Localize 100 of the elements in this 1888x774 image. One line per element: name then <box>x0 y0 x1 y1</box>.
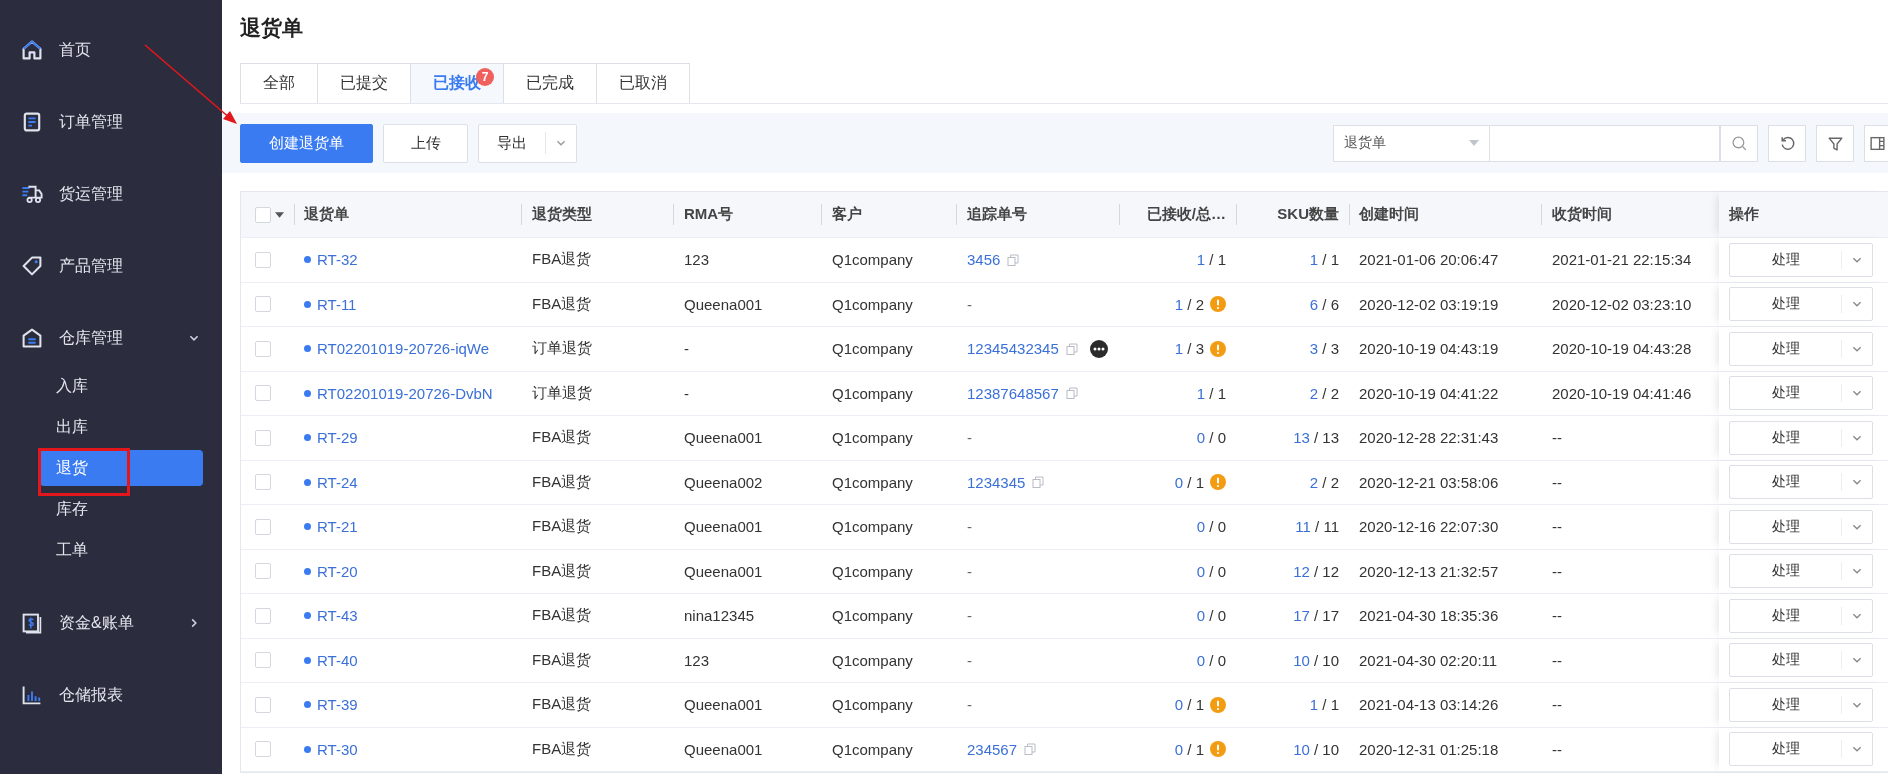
return-link[interactable]: RT02201019-20726-DvbN <box>317 384 493 402</box>
table-cell: FBA退货 <box>532 739 592 759</box>
return-link[interactable]: RT-40 <box>317 651 358 669</box>
sku-count: 12 / 12 <box>1293 562 1339 580</box>
process-button[interactable]: 处理 <box>1729 331 1873 366</box>
table-cell: FBA退货 <box>532 606 592 626</box>
tracking-link[interactable]: 3456 <box>967 251 1001 269</box>
copy-icon[interactable] <box>1032 476 1045 489</box>
process-button[interactable]: 处理 <box>1729 509 1873 544</box>
return-link[interactable]: RT-29 <box>317 429 358 447</box>
table-cell: 2021-04-13 03:14:26 <box>1359 696 1499 714</box>
filter-button[interactable] <box>1816 124 1854 162</box>
sku-count: 10 / 10 <box>1293 651 1339 669</box>
nav-item[interactable]: 货运管理 <box>0 158 222 230</box>
row-checkbox[interactable] <box>255 474 271 491</box>
process-button[interactable]: 处理 <box>1729 242 1873 277</box>
nav-label: 仓库管理 <box>59 327 124 348</box>
nav-item[interactable]: 订单管理 <box>0 86 222 158</box>
warehouse-icon <box>20 326 44 350</box>
sku-count: 2 / 2 <box>1309 473 1339 491</box>
select-all-checkbox[interactable] <box>255 206 271 223</box>
row-checkbox[interactable] <box>255 518 271 535</box>
upload-button[interactable]: 上传 <box>383 123 468 163</box>
return-link[interactable]: RT-20 <box>317 562 358 580</box>
process-button[interactable]: 处理 <box>1729 598 1873 633</box>
columns-button[interactable] <box>1864 124 1888 162</box>
search-scope-select[interactable]: 退货单 <box>1333 124 1490 162</box>
table-cell: -- <box>1552 696 1562 714</box>
process-button[interactable]: 处理 <box>1729 420 1873 455</box>
nav-subitem[interactable]: 库存 <box>40 491 203 527</box>
row-checkbox[interactable] <box>255 385 271 402</box>
status-dot <box>304 523 311 531</box>
row-checkbox[interactable] <box>255 696 271 713</box>
copy-icon[interactable] <box>1007 253 1020 266</box>
tab[interactable]: 已提交 <box>317 63 410 103</box>
status-dot <box>304 612 311 620</box>
return-link[interactable]: RT-32 <box>317 251 358 269</box>
tab[interactable]: 全部 <box>240 63 317 103</box>
search-button[interactable] <box>1720 124 1758 162</box>
refresh-icon <box>1778 134 1796 152</box>
process-button[interactable]: 处理 <box>1729 376 1873 411</box>
table-cell: Q1company <box>832 696 913 714</box>
column-header: 退货单 <box>304 205 349 224</box>
row-checkbox[interactable] <box>255 563 271 580</box>
row-checkbox[interactable] <box>255 251 271 268</box>
row-checkbox[interactable] <box>255 296 271 313</box>
table-cell: Queena001 <box>684 518 763 536</box>
nav-item[interactable]: 产品管理 <box>0 230 222 302</box>
nav-item[interactable]: 首页 <box>0 14 222 86</box>
export-button[interactable]: 导出 <box>478 123 577 163</box>
row-checkbox[interactable] <box>255 741 271 758</box>
return-link[interactable]: RT-43 <box>317 607 358 625</box>
table-cell: 2020-10-19 04:43:28 <box>1552 340 1692 358</box>
tab[interactable]: 已取消 <box>596 63 690 103</box>
row-checkbox[interactable] <box>255 607 271 624</box>
process-button[interactable]: 处理 <box>1729 643 1873 678</box>
nav-item[interactable]: 仓储报表 <box>0 659 222 731</box>
table-cell: 2020-12-02 03:19:19 <box>1359 295 1499 313</box>
tracking-link[interactable]: 1234345 <box>967 473 1026 491</box>
dollar-icon <box>20 611 44 635</box>
column-header: 收货时间 <box>1552 205 1612 224</box>
tracking-link[interactable]: 234567 <box>967 740 1018 758</box>
tab[interactable]: 已完成 <box>503 63 596 103</box>
nav-subitem[interactable]: 出库 <box>40 409 203 445</box>
nav-subitem[interactable]: 工单 <box>40 532 203 568</box>
more-icon[interactable] <box>1089 339 1108 358</box>
nav-item[interactable]: 资金&账单 <box>0 587 222 659</box>
nav-subitem[interactable]: 退货 <box>40 450 203 486</box>
process-button[interactable]: 处理 <box>1729 687 1873 722</box>
process-button[interactable]: 处理 <box>1729 554 1873 589</box>
process-button[interactable]: 处理 <box>1729 465 1873 500</box>
filter-icon <box>1826 134 1844 152</box>
table-cell: Queena001 <box>684 429 763 447</box>
row-checkbox[interactable] <box>255 340 271 357</box>
copy-icon[interactable] <box>1065 342 1078 355</box>
tracking-link[interactable]: 12387648567 <box>967 384 1059 402</box>
copy-icon[interactable] <box>1065 387 1078 400</box>
return-link[interactable]: RT02201019-20726-iqWe <box>317 340 490 358</box>
search-field[interactable] <box>1490 124 1720 162</box>
process-button[interactable]: 处理 <box>1729 287 1873 322</box>
table-cell: 2021-04-30 02:20:11 <box>1359 651 1498 669</box>
return-link[interactable]: RT-21 <box>317 518 358 536</box>
refresh-button[interactable] <box>1768 124 1806 162</box>
copy-icon[interactable] <box>1024 743 1037 756</box>
create-button[interactable]: 创建退货单 <box>240 123 373 163</box>
tracking-link[interactable]: 12345432345 <box>967 340 1059 358</box>
row-checkbox[interactable] <box>255 429 271 446</box>
table-cell: FBA退货 <box>532 561 592 581</box>
return-link[interactable]: RT-30 <box>317 740 358 758</box>
row-checkbox[interactable] <box>255 652 271 669</box>
sku-count: 17 / 17 <box>1293 607 1339 625</box>
nav-label: 资金&账单 <box>59 612 135 633</box>
process-button[interactable]: 处理 <box>1729 732 1873 767</box>
return-link[interactable]: RT-24 <box>317 473 358 491</box>
return-link[interactable]: RT-39 <box>317 696 358 714</box>
sku-count: 1 / 1 <box>1309 696 1339 714</box>
table-cell: 2020-12-16 22:07:30 <box>1359 518 1499 536</box>
table-cell: nina12345 <box>684 607 755 625</box>
return-link[interactable]: RT-11 <box>317 295 357 313</box>
table-cell: 2020-12-28 22:31:43 <box>1359 429 1499 447</box>
